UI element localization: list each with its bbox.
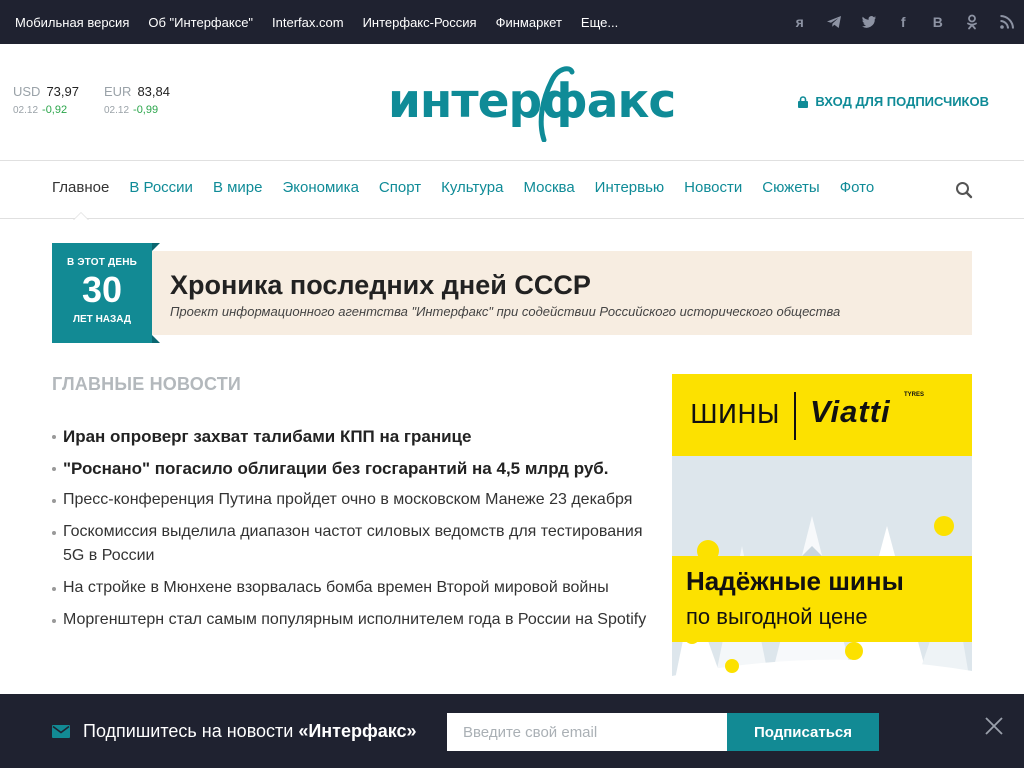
rate-currency: USD (13, 84, 41, 99)
yandex-icon[interactable]: я (783, 0, 818, 44)
news-item[interactable]: Госкомиссия выделила диапазон частот сил… (52, 520, 647, 568)
close-icon[interactable] (984, 716, 1004, 736)
nav-items: Главное В России В мире Экономика Спорт … (52, 161, 894, 220)
site-header: USD 73,97 02.12 -0,92 EUR 83,84 02.12 -0,99 … (0, 44, 1024, 161)
rate-change: -0,92 (42, 104, 68, 116)
news-item[interactable]: Иран опроверг захват талибами КПП на гра… (52, 424, 647, 450)
nav-item-russia[interactable]: В России (129, 161, 193, 219)
main-news-list: Иран опроверг захват талибами КПП на гра… (52, 424, 647, 640)
top-links: Мобильная версия Об "Интерфаксе" Interfa… (15, 0, 637, 44)
news-item[interactable]: Моргенштерн стал самым популярным исполн… (52, 608, 647, 632)
main-nav: Главное В России В мире Экономика Спорт … (0, 161, 1024, 220)
ad-subline: по выгодной цене (686, 604, 868, 629)
rate-currency: EUR (104, 84, 132, 99)
nav-item-stories[interactable]: Сюжеты (762, 161, 819, 219)
top-link-about[interactable]: Об "Интерфаксе" (148, 15, 253, 30)
top-bar: Мобильная версия Об "Интерфаксе" Interfa… (0, 0, 1024, 44)
nav-item-moscow[interactable]: Москва (523, 161, 574, 219)
vk-icon[interactable]: В (921, 0, 956, 44)
top-link-mobile[interactable]: Мобильная версия (15, 15, 129, 30)
banner-line3: ЛЕТ НАЗАД (73, 314, 131, 325)
subscribe-bar: Подпишитесь на новости «Интерфакс» Подпи… (0, 694, 1024, 768)
ad-label: ШИНЫ (690, 400, 780, 430)
ad-brand: Viatti (810, 394, 891, 429)
nav-item-world[interactable]: В мире (213, 161, 263, 219)
main-news-heading: ГЛАВНЫЕ НОВОСТИ (52, 374, 242, 394)
search-icon[interactable] (955, 181, 973, 199)
rate-date: 02.12 (13, 105, 39, 116)
subscribe-button[interactable]: Подписаться (727, 713, 879, 751)
ad-headline: Надёжные шины (686, 566, 904, 596)
currency-rates: USD 73,97 02.12 -0,92 EUR 83,84 02.12 -0,99 (13, 84, 195, 116)
news-item[interactable]: Пресс-конференция Путина пройдет очно в … (52, 488, 647, 512)
rate-change: -0,99 (133, 104, 159, 116)
rate-value: 73,97 (46, 84, 79, 99)
nav-item-photo[interactable]: Фото (840, 161, 874, 219)
rate-value: 83,84 (137, 84, 170, 99)
rate-eur[interactable]: EUR 83,84 02.12 -0,99 (104, 84, 195, 116)
banner-subtitle: Проект информационного агентства "Интерф… (170, 304, 841, 319)
twitter-icon[interactable] (852, 0, 887, 44)
subscriber-login-link[interactable]: ВХОД ДЛЯ ПОДПИСЧИКОВ (798, 94, 989, 109)
news-item[interactable]: На стройке в Мюнхене взорвалась бомба вр… (52, 576, 647, 600)
nav-item-main[interactable]: Главное (52, 161, 109, 220)
telegram-icon[interactable] (817, 0, 852, 44)
banner-title[interactable]: Хроника последних дней СССР (170, 270, 591, 301)
ussr-chronicle-banner[interactable]: В ЭТОТ ДЕНЬ 30 ЛЕТ НАЗАД Хроника последн… (52, 243, 972, 343)
top-link-more[interactable]: Еще... (581, 15, 618, 30)
social-icons: я f В (783, 0, 1024, 44)
nav-item-culture[interactable]: Культура (441, 161, 503, 219)
mail-icon (52, 725, 70, 738)
subscribe-text-brand: «Интерфакс» (298, 721, 417, 741)
viatti-ad[interactable]: ШИНЫ Viatti TYRES Надёжные шины по выгод… (672, 374, 972, 694)
nav-item-interview[interactable]: Интервью (595, 161, 665, 219)
banner-number: 30 (81, 269, 123, 310)
odnoklassniki-icon[interactable] (955, 0, 990, 44)
nav-item-sport[interactable]: Спорт (379, 161, 421, 219)
rate-usd[interactable]: USD 73,97 02.12 -0,92 (13, 84, 104, 116)
email-input[interactable] (447, 713, 728, 751)
ad-divider (794, 392, 796, 440)
login-label: ВХОД ДЛЯ ПОДПИСЧИКОВ (815, 94, 989, 109)
banner-fold-top (152, 243, 160, 251)
logo-flourish (538, 66, 575, 142)
ad-brand-small: TYRES (904, 392, 925, 398)
lock-icon (798, 95, 809, 108)
nav-item-news[interactable]: Новости (684, 161, 742, 219)
subscribe-text: Подпишитесь на новости «Интерфакс» (83, 721, 417, 742)
facebook-icon[interactable]: f (886, 0, 921, 44)
banner-date-box: В ЭТОТ ДЕНЬ 30 ЛЕТ НАЗАД (52, 243, 152, 343)
nav-item-economy[interactable]: Экономика (283, 161, 359, 219)
banner-fold-bottom (152, 335, 160, 343)
news-item[interactable]: "Роснано" погасило облигации без госгара… (52, 456, 647, 482)
interfax-logo[interactable]: интерфакс (388, 64, 676, 142)
rss-icon[interactable] (990, 0, 1024, 44)
banner-line1: В ЭТОТ ДЕНЬ (66, 257, 138, 268)
top-link-finmarket[interactable]: Финмаркет (496, 15, 562, 30)
rate-date: 02.12 (104, 105, 130, 116)
subscribe-text-prefix: Подпишитесь на новости (83, 721, 299, 741)
top-link-interfax-com[interactable]: Interfax.com (272, 15, 344, 30)
top-link-interfax-russia[interactable]: Интерфакс-Россия (363, 15, 477, 30)
